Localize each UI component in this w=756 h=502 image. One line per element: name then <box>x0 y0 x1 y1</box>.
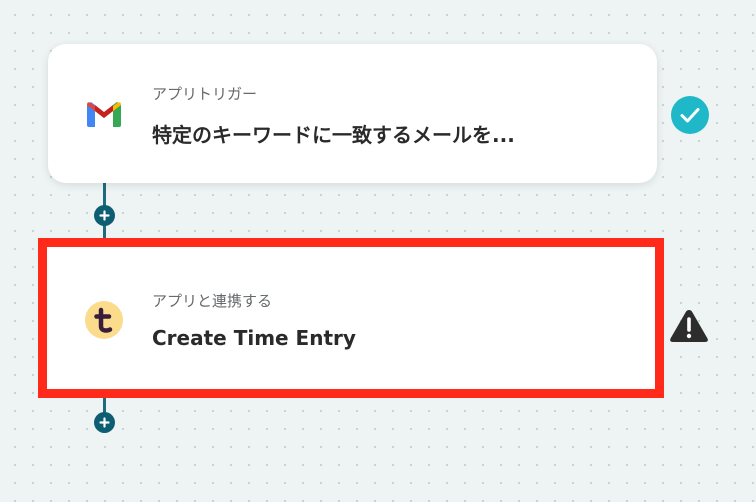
plus-icon <box>99 417 110 428</box>
check-circle-icon <box>670 95 710 139</box>
action-step-card[interactable]: アプリと連携する Create Time Entry <box>38 238 664 398</box>
add-step-button-2[interactable] <box>94 412 115 433</box>
step-title: Create Time Entry <box>152 326 356 350</box>
add-step-button-1[interactable] <box>94 205 115 226</box>
gmail-icon <box>84 98 124 130</box>
trigger-step-card[interactable]: アプリトリガー 特定のキーワードに一致するメールを... <box>48 44 657 183</box>
warning-triangle-icon <box>669 308 709 348</box>
step-type-label: アプリと連携する <box>152 292 273 310</box>
plus-icon <box>99 210 110 221</box>
step-type-label: アプリトリガー <box>152 85 258 103</box>
step-title: 特定のキーワードに一致するメールを... <box>152 123 515 147</box>
timely-t-icon <box>85 301 123 339</box>
